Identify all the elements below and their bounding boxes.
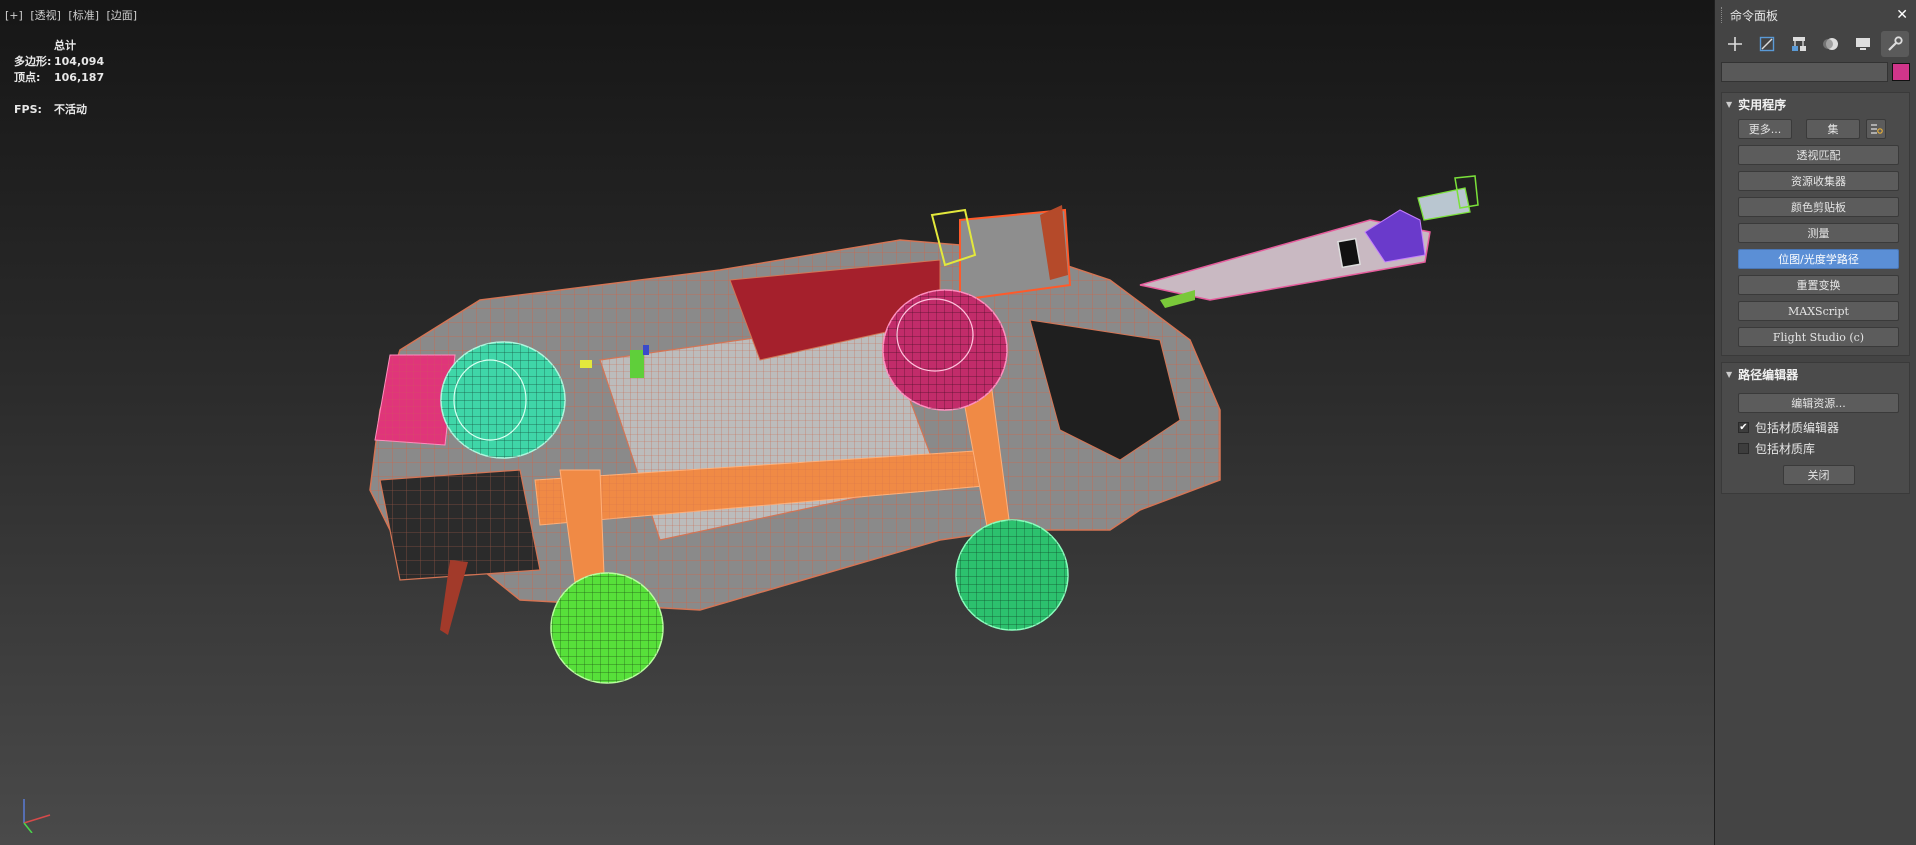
maxscript-button[interactable]: MAXScript [1738,301,1899,321]
sets-button[interactable]: 集 [1806,119,1860,139]
include-material-editor-checkbox[interactable]: ✔ 包括材质编辑器 [1738,419,1899,436]
tab-hierarchy[interactable] [1785,31,1813,57]
collapse-arrow-icon: ▼ [1726,99,1733,109]
path-editor-rollout-header[interactable]: ▼ 路径编辑器 [1722,363,1909,385]
display-icon [1856,38,1870,50]
close-button[interactable]: 关闭 [1782,465,1855,485]
close-panel-button[interactable]: ✕ [1896,7,1908,23]
configure-list-icon [1871,124,1883,134]
more-button[interactable]: 更多... [1738,119,1792,139]
include-material-library-checkbox[interactable]: 包括材质库 [1738,440,1899,457]
motion-icon [1823,38,1838,50]
hierarchy-icon [1792,37,1806,51]
flight-studio-button[interactable]: Flight Studio (c) [1738,327,1899,347]
edit-resources-button[interactable]: 编辑资源... [1738,393,1899,413]
reset-xform-button[interactable]: 重置变换 [1738,275,1899,295]
include-material-library-label: 包括材质库 [1755,442,1816,456]
collapse-arrow-icon: ▼ [1726,369,1733,379]
command-panel-titlebar[interactable]: 命令面板 ✕ [1715,0,1916,30]
utilities-rollout: ▼ 实用程序 更多... 集 透视匹配 资源收集器 颜色剪贴板 测量 位图/光度… [1721,92,1910,356]
object-name-field[interactable] [1721,62,1888,82]
modify-icon [1759,36,1775,52]
checkbox-checked-icon[interactable]: ✔ [1738,422,1749,433]
object-color-swatch[interactable] [1892,63,1910,81]
include-material-editor-label: 包括材质编辑器 [1755,421,1840,435]
tab-modify[interactable] [1753,31,1781,57]
configure-sets-button[interactable] [1866,119,1886,139]
utilities-rollout-title: 实用程序 [1738,97,1787,112]
perspective-match-button[interactable]: 透视匹配 [1738,145,1899,165]
panel-grip-icon[interactable] [1721,7,1724,23]
path-editor-rollout-title: 路径编辑器 [1738,367,1799,382]
tab-utilities[interactable] [1881,31,1909,57]
object-name-row [1715,58,1916,86]
tab-display[interactable] [1849,31,1877,57]
tab-create[interactable] [1721,31,1749,57]
measure-button[interactable]: 测量 [1738,223,1899,243]
command-panel-tabs [1715,30,1916,58]
color-clipboard-button[interactable]: 颜色剪贴板 [1738,197,1899,217]
resource-collector-button[interactable]: 资源收集器 [1738,171,1899,191]
utilities-rollout-header[interactable]: ▼ 实用程序 [1722,93,1909,115]
axis-tripod-icon [23,799,51,833]
utilities-icon [1888,36,1903,51]
path-editor-rollout: ▼ 路径编辑器 编辑资源... ✔ 包括材质编辑器 包括材质库 关闭 [1721,362,1910,494]
create-icon [1728,37,1742,51]
wireframe-vehicle-model[interactable] [0,0,1714,845]
tab-motion[interactable] [1817,31,1845,57]
command-panel-title: 命令面板 [1730,8,1779,23]
bitmap-photometric-paths-button[interactable]: 位图/光度学路径 [1738,249,1899,269]
command-panel: 命令面板 ✕ ▼ 实用程序 更多... 集 透视匹配 资源收集器 颜色剪贴板 测… [1714,0,1916,845]
perspective-viewport[interactable]: [+] [透视] [标准] [边面] 总计 多边形: 104,094 顶点: 106… [0,0,1714,845]
checkbox-unchecked-icon[interactable] [1738,443,1749,454]
